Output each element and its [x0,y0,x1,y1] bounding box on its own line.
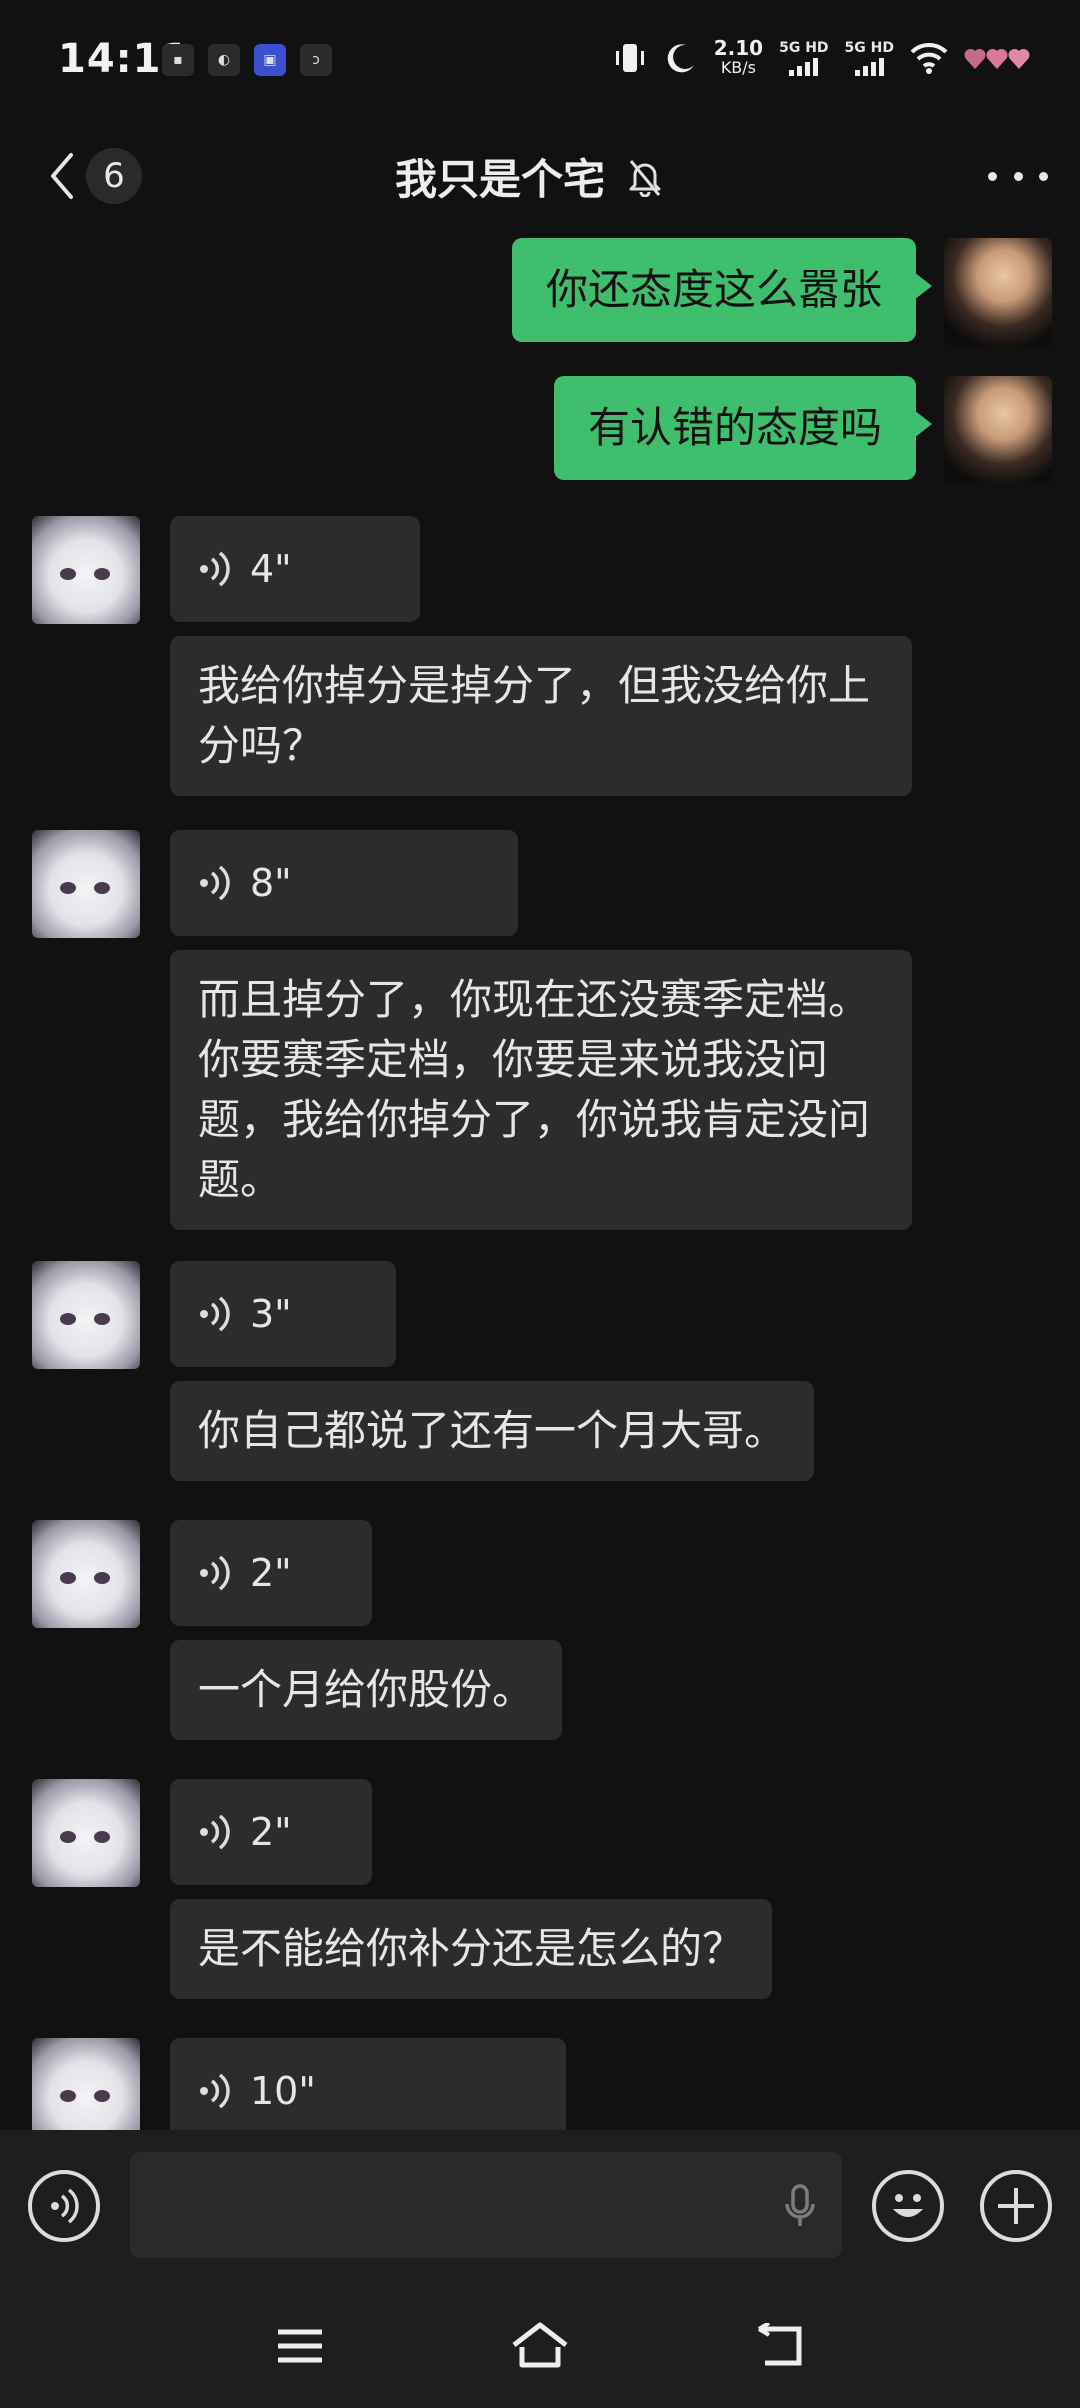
chevron-left-icon [51,153,73,199]
contact-avatar[interactable] [32,2038,140,2130]
voice-wave-icon [200,1296,230,1332]
sim2-signal: 5G HD [844,39,894,76]
more-dot-icon [1013,171,1023,181]
return-arrow-icon [757,2323,802,2366]
plus-icon [998,2188,1034,2224]
emoji-button[interactable] [872,2170,944,2242]
more-options-button[interactable] [988,154,1048,198]
menu-lines-icon [278,2329,322,2363]
app-notification-icon: ▪ [162,44,194,76]
unread-count-badge[interactable]: 6 [86,148,142,204]
recent-apps-button[interactable] [270,2316,330,2376]
voice-message[interactable]: 2" [170,1520,372,1626]
chat-title: 我只是个宅 [395,155,606,204]
voice-duration: 2" [250,1810,292,1854]
voice-wave-icon [200,551,230,587]
vibrate-icon [612,38,648,78]
my-avatar[interactable] [944,376,1052,484]
voice-wave-icon [200,2073,230,2109]
back-button[interactable] [40,148,84,204]
microphone-icon [785,2184,815,2226]
sim1-label: 5G HD [779,39,829,56]
voice-wave-icon [200,1814,230,1850]
signal-bars-icon [854,56,884,76]
muted-bell-icon [627,153,667,201]
app-notification-icon: ↄ [300,44,332,76]
notification-icons: ▪ ◐ ▣ ↄ [162,44,332,76]
voice-message[interactable]: 4" [170,516,420,622]
contact-avatar[interactable] [32,1261,140,1369]
message-text-input[interactable] [130,2152,842,2258]
wifi-icon [910,38,948,78]
contact-avatar[interactable] [32,830,140,938]
contact-avatar[interactable] [32,1520,140,1628]
network-speed-unit: KB/s [720,58,757,77]
contact-text-message[interactable]: 是不能给你补分还是怎么的？ [170,1899,773,1999]
battery-hearts-icon [964,38,1030,78]
voice-mode-button[interactable] [28,2170,100,2242]
smiley-icon [893,2194,923,2217]
chat-header: 6 我只是个宅 [0,126,1080,226]
signal-bars-icon [789,56,819,76]
app-notification-icon: ◐ [208,44,240,76]
more-dot-icon [1039,171,1048,181]
voice-message[interactable]: 10" [170,2038,566,2130]
my-text-message[interactable]: 有认错的态度吗 [553,376,933,480]
message-input-bar [0,2130,1080,2284]
contact-text-message[interactable]: 你自己都说了还有一个月大哥。 [170,1381,815,1481]
voice-duration: 3" [250,1292,292,1336]
contact-avatar[interactable] [32,1779,140,1887]
message-list[interactable]: 你还态度这么嚣张 有认错的态度吗 4" 我给你掉分是掉分了，但我没给你上分吗？ … [0,226,1080,2130]
voice-duration: 4" [250,547,292,591]
voice-message[interactable]: 2" [170,1779,372,1885]
voice-duration: 2" [250,1551,292,1595]
more-dot-icon [988,171,997,181]
voice-wave-icon [200,1555,230,1591]
network-speed: 2.10 KB/s [713,36,764,77]
home-icon [512,2322,568,2368]
voice-message[interactable]: 8" [170,830,518,936]
voice-wave-icon [200,865,230,901]
my-text-message[interactable]: 你还态度这么嚣张 [511,238,933,342]
app-notification-icon: ▣ [254,44,286,76]
voice-message[interactable]: 3" [170,1261,396,1367]
contact-text-message[interactable]: 而且掉分了，你现在还没赛季定档。你要赛季定档，你要是来说我没问题，我给你掉分了，… [170,950,912,1230]
sim1-signal: 5G HD [779,39,829,76]
sim2-label: 5G HD [844,39,894,56]
back-nav-button[interactable] [750,2316,810,2376]
contact-text-message[interactable]: 一个月给你股份。 [170,1640,563,1740]
network-speed-value: 2.10 [713,36,764,60]
status-bar: 14:11 ▪ ◐ ▣ ↄ 2.10 KB/s 5G HD 5G HD [0,0,1080,126]
more-actions-button[interactable] [980,2170,1052,2242]
system-navigation-bar [0,2284,1080,2408]
contact-text-message[interactable]: 我给你掉分是掉分了，但我没给你上分吗？ [170,636,912,796]
voice-duration: 8" [250,861,292,905]
contact-avatar[interactable] [32,516,140,624]
my-avatar[interactable] [944,238,1052,346]
home-button[interactable] [510,2316,570,2376]
do-not-disturb-moon-icon [664,38,698,78]
voice-wave-icon [51,2188,79,2224]
voice-duration: 10" [250,2069,316,2113]
